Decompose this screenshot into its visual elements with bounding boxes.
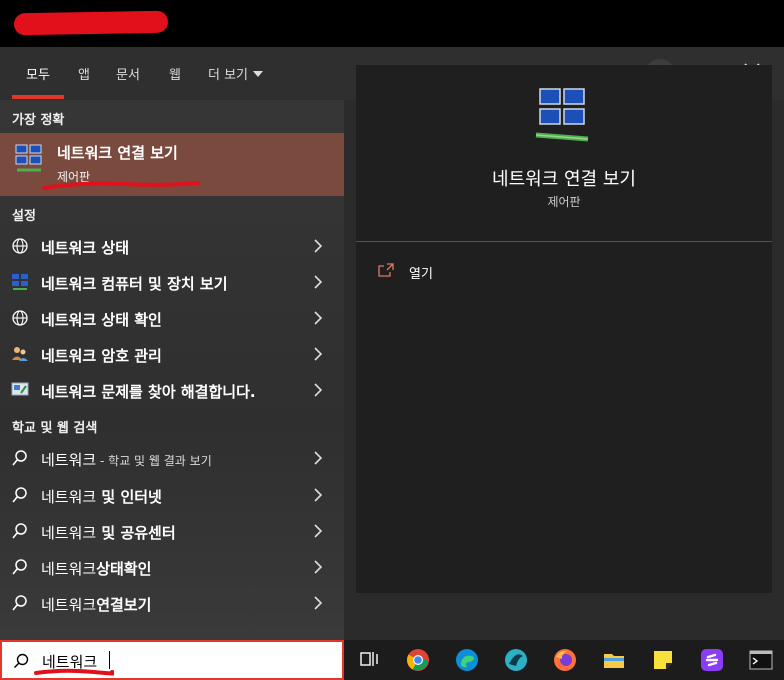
settings-item-network-status[interactable]: 네트워크 상태 xyxy=(0,228,344,264)
tab-documents[interactable]: 문서 xyxy=(116,64,140,83)
web-item-suggestion: 및 인터넷 xyxy=(96,488,162,506)
tab-more[interactable]: 더 보기 xyxy=(208,64,264,83)
chevron-right-icon xyxy=(314,311,323,325)
chevron-right-icon xyxy=(314,275,323,289)
search-icon xyxy=(12,559,27,575)
preview-subtitle: 제어판 xyxy=(547,195,581,209)
section-settings: 설정 xyxy=(12,209,36,224)
search-box[interactable]: 네트워크 xyxy=(0,640,344,680)
troubleshoot-icon xyxy=(11,382,29,396)
web-item-suggestion: 상태확인 xyxy=(96,560,152,578)
globe-icon xyxy=(12,310,28,326)
settings-item-network-troubleshoot[interactable]: 네트워크 문제를 찾아 해결합니다. xyxy=(0,372,344,408)
web-item-query: 네트워크 xyxy=(41,596,97,614)
chevron-down-icon xyxy=(253,71,264,77)
section-best-match: 가장 정확 xyxy=(12,113,65,128)
best-match-item[interactable]: 네트워크 연결 보기 제어판 xyxy=(0,133,344,196)
search-icon xyxy=(12,595,27,611)
tab-apps[interactable]: 앱 xyxy=(78,64,90,83)
chevron-right-icon xyxy=(314,488,323,502)
firefox-icon[interactable] xyxy=(553,648,577,672)
web-item-query: 네트워크 xyxy=(41,524,97,542)
settings-item-label: 네트워크 컴퓨터 및 장치 보기 xyxy=(41,275,228,293)
best-match-title: 네트워크 연결 보기 xyxy=(57,144,178,162)
web-item-network-sharing-center[interactable]: 네트워크 및 공유센터 xyxy=(0,513,344,549)
open-action[interactable]: 열기 xyxy=(378,261,578,285)
web-item-query: 네트워크 xyxy=(41,451,97,469)
divider xyxy=(356,241,772,242)
settings-item-label: 네트워크 암호 관리 xyxy=(41,347,162,365)
redaction-mark xyxy=(42,181,200,190)
settings-item-network-password[interactable]: 네트워크 암호 관리 xyxy=(0,336,344,372)
settings-item-label: 네트워크 상태 xyxy=(41,239,130,257)
terminal-icon[interactable] xyxy=(749,648,773,672)
search-icon xyxy=(12,450,27,466)
title-bar xyxy=(0,0,784,47)
web-item-network-internet[interactable]: 네트워크 및 인터넷 xyxy=(0,477,344,513)
preview-title: 네트워크 연결 보기 xyxy=(492,169,636,190)
chevron-right-icon xyxy=(314,560,323,574)
open-icon xyxy=(378,263,394,277)
chevron-right-icon xyxy=(314,596,323,610)
search-icon xyxy=(13,653,29,669)
network-computers-icon xyxy=(12,274,28,290)
section-school-web-search: 학교 및 웹 검색 xyxy=(12,421,98,436)
search-icon xyxy=(12,523,27,539)
tab-more-label: 더 보기 xyxy=(208,68,249,83)
sticky-notes-icon[interactable] xyxy=(651,648,675,672)
taskbar xyxy=(344,640,784,680)
chevron-right-icon xyxy=(314,239,323,253)
web-item-suggestion: 연결보기 xyxy=(96,596,152,614)
network-connections-icon xyxy=(535,88,589,142)
redaction-mark xyxy=(34,668,114,676)
active-tab-indicator xyxy=(12,95,64,99)
open-label: 열기 xyxy=(409,267,433,282)
web-item-query: 네트워크 xyxy=(41,560,97,578)
edge-icon[interactable] xyxy=(455,648,479,672)
settings-item-label: 네트워크 상태 확인 xyxy=(41,311,162,329)
app-icon[interactable] xyxy=(504,648,528,672)
tab-web[interactable]: 웹 xyxy=(169,64,181,83)
results-list: 가장 정확 네트워크 연결 보기 제어판 설정 네트워크 상태 네트워크 컴퓨터… xyxy=(0,100,344,640)
chevron-right-icon xyxy=(314,524,323,538)
web-item-network-status-check[interactable]: 네트워크상태확인 xyxy=(0,549,344,585)
globe-icon xyxy=(12,238,28,254)
search-icon xyxy=(12,487,27,503)
settings-item-label: 네트워크 문제를 찾아 해결합니다. xyxy=(41,383,256,401)
web-item-network-results[interactable]: 네트워크 - 학교 및 웹 결과 보기 xyxy=(0,440,344,476)
network-connections-icon xyxy=(15,144,42,172)
file-explorer-icon[interactable] xyxy=(602,648,626,672)
users-key-icon xyxy=(12,347,28,361)
chevron-right-icon xyxy=(314,347,323,361)
web-item-suffix: - 학교 및 웹 결과 보기 xyxy=(96,454,212,468)
web-item-network-connections[interactable]: 네트워크연결보기 xyxy=(0,585,344,621)
web-item-suggestion: 및 공유센터 xyxy=(96,524,176,542)
preview-pane: 네트워크 연결 보기 제어판 열기 xyxy=(356,65,772,593)
task-view-icon[interactable] xyxy=(358,648,382,672)
tab-all[interactable]: 모두 xyxy=(26,64,50,83)
redaction-mark xyxy=(13,10,169,36)
chrome-icon[interactable] xyxy=(406,648,430,672)
settings-item-network-status-check[interactable]: 네트워크 상태 확인 xyxy=(0,300,344,336)
app-icon[interactable] xyxy=(700,648,724,672)
chevron-right-icon xyxy=(314,383,323,397)
chevron-right-icon xyxy=(314,451,323,465)
settings-item-network-computers[interactable]: 네트워크 컴퓨터 및 장치 보기 xyxy=(0,264,344,300)
web-item-query: 네트워크 xyxy=(41,488,97,506)
